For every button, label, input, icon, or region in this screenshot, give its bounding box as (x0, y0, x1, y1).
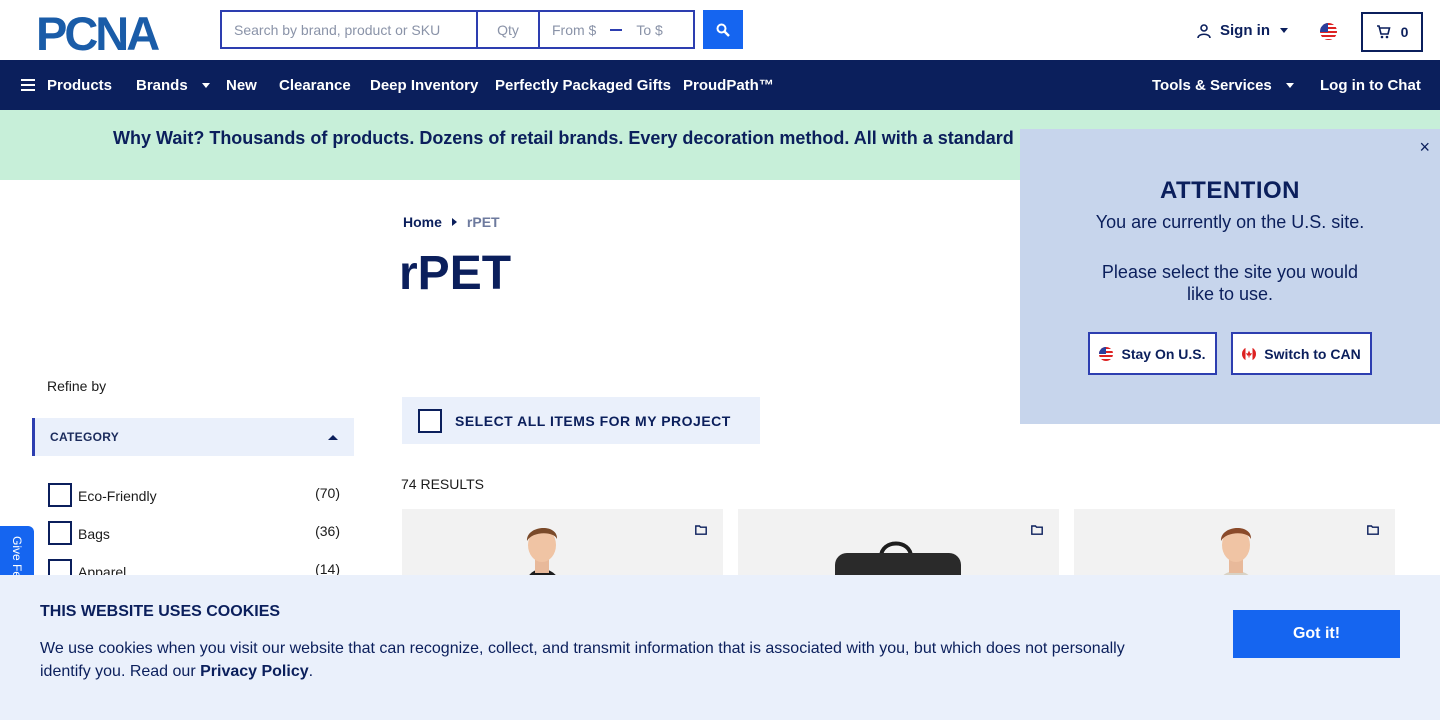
price-to-placeholder: To $ (636, 21, 663, 38)
nav-chat-label: Log in to Chat (1320, 76, 1421, 94)
got-it-button[interactable]: Got it! (1233, 610, 1400, 658)
switch-to-can-button[interactable]: Switch to CAN (1231, 332, 1372, 375)
select-all-items[interactable]: SELECT ALL ITEMS FOR MY PROJECT (402, 397, 760, 444)
nav-brands[interactable]: Brands (136, 60, 210, 110)
facet-count: (70) (315, 485, 340, 501)
facet-count: (36) (315, 523, 340, 539)
facet-label: Bags (78, 526, 110, 542)
category-facet-header[interactable]: CATEGORY (32, 418, 354, 456)
main-nav: Products Brands New Clearance Deep Inven… (0, 60, 1440, 110)
search-button[interactable] (703, 10, 743, 49)
nav-deep-inventory[interactable]: Deep Inventory (370, 60, 478, 110)
nav-tools-services[interactable]: Tools & Services (1152, 60, 1294, 110)
canada-flag-icon (1242, 346, 1257, 361)
breadcrumb-current: rPET (466, 214, 500, 230)
nav-gifts-label: Perfectly Packaged Gifts (495, 76, 671, 94)
breadcrumb: Home rPET (403, 214, 500, 230)
nav-tools-label: Tools & Services (1152, 76, 1272, 94)
qty-input[interactable]: Qty (478, 12, 540, 47)
pcna-logo[interactable]: PCNA (36, 7, 186, 60)
nav-chat[interactable]: Log in to Chat (1320, 60, 1421, 110)
privacy-policy-link[interactable]: Privacy Policy (200, 663, 309, 680)
facet-item[interactable]: Bags (36) (48, 521, 340, 545)
nav-clearance[interactable]: Clearance (279, 60, 351, 110)
qty-placeholder: Qty (497, 21, 519, 38)
stay-on-us-button[interactable]: Stay On U.S. (1088, 332, 1217, 375)
hamburger-icon (21, 79, 35, 91)
nav-gifts[interactable]: Perfectly Packaged Gifts (495, 60, 671, 110)
results-count: 74 RESULTS (401, 476, 484, 492)
facet-checkbox[interactable] (48, 483, 72, 507)
facet-checkbox[interactable] (48, 521, 72, 545)
switch-to-can-label: Switch to CAN (1264, 345, 1361, 362)
cart-icon (1376, 25, 1391, 39)
cookie-title: THIS WEBSITE USES COOKIES (40, 603, 281, 620)
nav-proudpath[interactable]: ProudPath™ (683, 60, 774, 110)
attention-prompt: Please select the site you would like to… (1101, 262, 1359, 304)
logo-text: PCNA (36, 12, 159, 52)
nav-new[interactable]: New (226, 60, 257, 110)
cookie-banner: THIS WEBSITE USES COOKIES We use cookies… (0, 575, 1440, 720)
chevron-down-icon (201, 82, 210, 88)
site-selection-popup: × ATTENTION You are currently on the U.S… (1020, 129, 1440, 424)
chevron-up-icon (328, 435, 338, 440)
chevron-down-icon (1285, 82, 1294, 88)
select-all-checkbox[interactable] (418, 408, 442, 433)
user-icon (1197, 23, 1211, 38)
add-to-project-icon[interactable] (1031, 525, 1043, 535)
cart-count: 0 (1400, 24, 1409, 40)
nav-products-label: Products (47, 76, 113, 94)
chevron-down-icon (1280, 28, 1288, 33)
category-header-label: CATEGORY (50, 430, 120, 444)
refine-by-label: Refine by (47, 378, 107, 394)
cart-button[interactable]: 0 (1361, 12, 1423, 52)
facet-item[interactable]: Eco-Friendly (70) (48, 483, 340, 507)
search-input[interactable]: Search by brand, product or SKU (222, 12, 478, 47)
search-placeholder: Search by brand, product or SKU (234, 21, 441, 38)
range-dash (610, 28, 623, 31)
price-range-input[interactable]: From $ To $ (540, 12, 693, 47)
signin-label: Sign in (1220, 22, 1270, 39)
stay-on-us-label: Stay On U.S. (1121, 345, 1206, 362)
chevron-right-icon (451, 218, 457, 226)
cookie-text: We use cookies when you visit our websit… (40, 637, 1150, 683)
promo-text[interactable]: Why Wait? Thousands of products. Dozens … (113, 128, 1014, 149)
cookie-period: . (308, 663, 314, 680)
search-bar: Search by brand, product or SKU Qty From… (220, 10, 695, 49)
add-to-project-icon[interactable] (1367, 525, 1379, 535)
attention-message: You are currently on the U.S. site. (1095, 212, 1365, 232)
nav-deep-inventory-label: Deep Inventory (370, 76, 479, 94)
select-all-label: SELECT ALL ITEMS FOR MY PROJECT (455, 412, 731, 429)
nav-proudpath-label: ProudPath™ (683, 76, 774, 94)
breadcrumb-home[interactable]: Home (403, 214, 442, 230)
page-title: rPET (399, 247, 512, 300)
facet-label: Eco-Friendly (78, 488, 157, 504)
site-header: PCNA Search by brand, product or SKU Qty… (0, 0, 1440, 60)
add-to-project-icon[interactable] (695, 525, 707, 535)
attention-title: ATTENTION (1159, 177, 1301, 204)
search-icon (716, 23, 730, 37)
nav-new-label: New (226, 76, 257, 94)
us-flag-icon (1099, 346, 1114, 361)
signin-menu[interactable]: Sign in (1196, 22, 1288, 39)
nav-clearance-label: Clearance (279, 76, 351, 94)
us-flag-icon[interactable] (1320, 23, 1337, 40)
nav-brands-label: Brands (136, 76, 188, 94)
close-icon[interactable]: × (1419, 137, 1430, 158)
price-from-placeholder: From $ (552, 21, 597, 38)
nav-products[interactable]: Products (21, 60, 112, 110)
